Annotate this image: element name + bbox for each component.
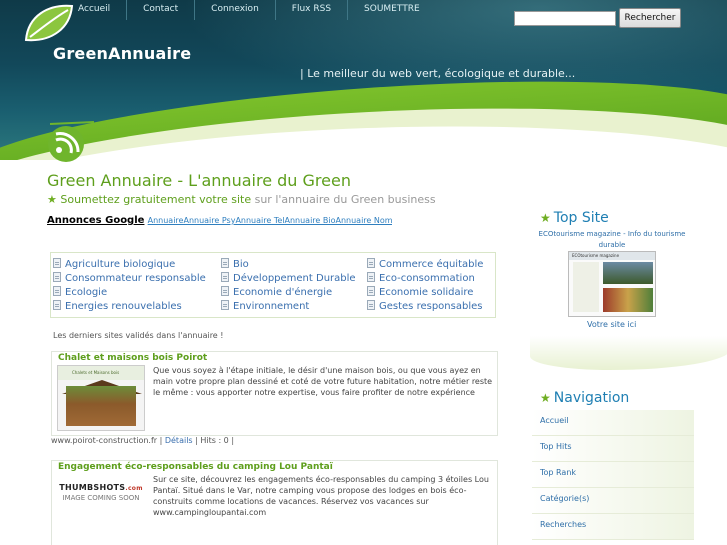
site-thumbnail[interactable]: Chalets et Maisons bois [57,365,145,431]
category-grid: Agriculture biologique Bio Commerce équi… [50,252,496,318]
nav-accueil[interactable]: Accueil [62,0,128,20]
category-item[interactable]: Gestes responsables [367,300,482,312]
sidebar-item-categories[interactable]: Catégorie(s) [532,488,694,514]
document-icon [367,300,375,310]
nav-soumettre[interactable]: SOUMETTRE [348,0,436,20]
vote-site-link[interactable]: Votre site ici [587,320,636,329]
document-icon [221,258,229,268]
nav-contact[interactable]: Contact [127,0,196,20]
thumbshots-message: IMAGE COMING SOON [62,494,140,502]
star-icon: ★ [540,391,551,405]
document-icon [53,300,61,310]
rss-feed-icon[interactable] [44,118,98,162]
sidebar-item-top-hits[interactable]: Top Hits [532,436,694,462]
sidebar-item-top-rank[interactable]: Top Rank [532,462,694,488]
category-item[interactable]: Economie solidaire [367,286,473,298]
subtitle-text: sur l'annuaire du Green business [251,193,436,206]
site-title[interactable]: GreenAnnuaire [53,44,191,63]
document-icon [53,258,61,268]
document-icon [53,272,61,282]
thumbnail-header: Chalets et Maisons bois [58,366,144,380]
page-subtitle: ★ Soumettez gratuitement votre site sur … [47,193,436,206]
document-icon [221,272,229,282]
category-item[interactable]: Agriculture biologique [53,258,175,270]
ads-label[interactable]: Annonces Google [47,215,144,226]
site-url: www.poirot-construction.fr | [51,436,165,445]
site-listing: Chalet et maisons bois Poirot Chalets et… [51,351,498,436]
google-ads: Annonces Google AnnuaireAnnuaire PsyAnnu… [47,215,392,226]
site-tagline: | Le meilleur du web vert, écologique et… [300,67,576,80]
category-item[interactable]: Bio [221,258,249,270]
top-site-thumbnail-header: ECOtourisme magazine [569,252,655,260]
top-site-thumbnail-sidebar [573,262,599,312]
star-icon: ★ [540,211,551,225]
details-link[interactable]: Détails [165,436,193,445]
category-item[interactable]: Développement Durable [221,272,356,284]
site-thumbnail-placeholder[interactable]: THUMBSHOTS.com IMAGE COMING SOON [56,483,146,523]
search-button[interactable]: Rechercher [619,8,681,28]
top-navigation: Accueil Contact Connexion Flux RSS SOUME… [62,0,436,20]
document-icon [367,258,375,268]
nav-flux-rss[interactable]: Flux RSS [276,0,349,20]
site-title-link[interactable]: Engagement éco-responsables du camping L… [58,462,333,472]
category-item[interactable]: Commerce équitable [367,258,483,270]
site-description: Que vous soyez à l'étape initiale, le dé… [153,366,493,397]
navigation-heading: ★ Navigation [540,390,630,406]
top-site-name[interactable]: ECOtourisme magazine - Info du tourisme … [532,229,692,251]
thumbshots-logo: THUMBSHOTS.com [59,483,143,492]
top-site-thumbnail[interactable]: ECOtourisme magazine [568,251,656,317]
site-hits: | Hits : 0 | [192,436,235,445]
site-header: Accueil Contact Connexion Flux RSS SOUME… [0,0,727,160]
document-icon [221,300,229,310]
top-site-heading: ★ Top Site [540,210,609,226]
nav-connexion[interactable]: Connexion [195,0,276,20]
top-site-thumbnail-photo [603,262,653,284]
page-title: Green Annuaire - L'annuaire du Green [47,171,351,190]
category-item[interactable]: Energies renouvelables [53,300,182,312]
category-item[interactable]: Eco-consommation [367,272,475,284]
category-item[interactable]: Ecologie [53,286,107,298]
category-item[interactable]: Consommateur responsable [53,272,206,284]
document-icon [221,286,229,296]
top-site-thumbnail-gallery [603,288,653,312]
sidebar-item-recherches[interactable]: Recherches [532,514,694,540]
category-item[interactable]: Economie d'énergie [221,286,332,298]
sidebar-item-accueil[interactable]: Accueil [532,410,694,436]
site-footer: www.poirot-construction.fr | Détails | H… [51,436,234,445]
document-icon [53,286,61,296]
sidebar-navigation: Accueil Top Hits Top Rank Catégorie(s) R… [532,410,694,540]
category-item[interactable]: Environnement [221,300,309,312]
star-icon: ★ [47,193,57,206]
search-input[interactable] [514,11,616,26]
sidebar-swoosh [530,336,727,370]
site-description: Sur ce site, découvrez les engagements é… [153,475,489,517]
thumbnail-house [66,386,136,426]
document-icon [367,272,375,282]
site-listing: Engagement éco-responsables du camping L… [51,460,498,545]
submit-site-link[interactable]: Soumettez gratuitement votre site [60,193,251,206]
site-title-link[interactable]: Chalet et maisons bois Poirot [58,353,207,363]
document-icon [367,286,375,296]
recent-sites-label: Les derniers sites validés dans l'annuai… [53,331,224,340]
ads-links[interactable]: AnnuaireAnnuaire PsyAnnuaire TelAnnuaire… [148,216,392,225]
